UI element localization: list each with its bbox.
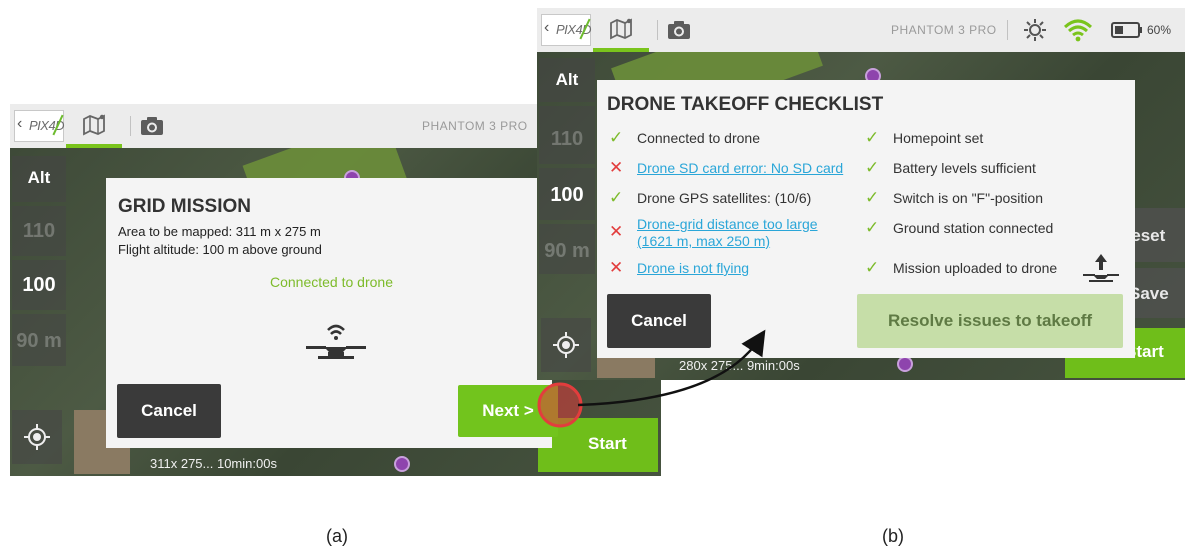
caption-b: (b) <box>882 526 904 546</box>
annotation-overlay <box>537 329 766 428</box>
caption-a: (a) <box>326 526 348 546</box>
transition-arrow <box>577 329 766 407</box>
click-highlight-circle <box>537 382 583 428</box>
